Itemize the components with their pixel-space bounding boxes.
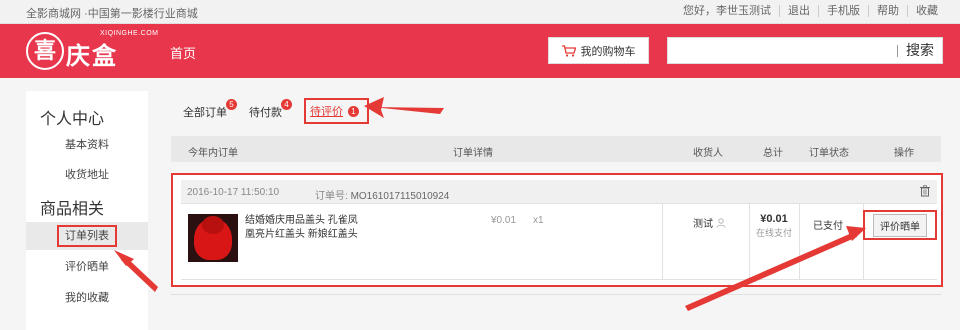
count-badge: 5 [226,99,237,110]
column-divider [799,204,800,280]
cart-button[interactable]: 我的购物车 [548,37,649,64]
tab-all-orders[interactable]: 全部订单 5 [183,99,237,120]
order-card: 2016-10-17 11:50:10 订单号: MO1610171150109… [171,173,943,287]
order-header: 2016-10-17 11:50:10 订单号: MO1610171150109… [181,180,937,204]
payment-method: 在线支付 [755,228,792,238]
order-tabs: 全部订单 5 待付款 4 待评价 1 [183,98,391,124]
site-logo[interactable]: 喜 庆盒 XIQINGHE.COM [26,28,158,74]
top-links: 您好，李世玉测试 退出 手机版 帮助 收藏 [675,5,946,17]
logout-link[interactable]: 退出 [779,5,818,17]
product-price: ¥0.01 [491,215,517,226]
order-number-value: MO161017115010924 [350,191,450,202]
user-greeting-link[interactable]: 您好，李世玉测试 [675,5,779,17]
order-number-label: 订单号: [315,191,348,202]
logo-domain: XIQINGHE.COM [100,30,159,37]
product-image-veil-top [202,216,224,234]
sidebar-item-label: 基本资料 [65,139,109,151]
column-divider [749,204,750,280]
sidebar-item-label: 我的收藏 [65,292,109,304]
review-button-highlight: 评价晒单 [863,210,937,240]
tab-pending-review[interactable]: 待评价 1 [304,98,369,124]
sidebar-item-label: 订单列表 [57,225,117,247]
user-icon [716,217,726,228]
sidebar: 个人中心 基本资料 收货地址 商品相关 订单列表 评价晒单 我的收藏 [26,91,148,330]
product-image[interactable] [188,214,238,262]
header: 喜 庆盒 XIQINGHE.COM 首页 我的购物车 搜索 [0,24,960,78]
product-quantity: x1 [533,215,544,226]
review-button[interactable]: 评价晒单 [873,213,927,237]
nav-home-link[interactable]: 首页 [170,43,196,62]
sidebar-item-label: 收货地址 [65,169,109,181]
col-recent-orders: 今年内订单 [188,148,238,159]
col-order-detail: 订单详情 [453,148,493,159]
sidebar-item-address[interactable]: 收货地址 [26,161,148,189]
product-name-link[interactable]: 结婚婚庆用品盖头 孔雀凤凰亮片红盖头 新娘红盖头 [245,214,363,242]
total-cell: ¥0.01 在线支付 [751,213,797,239]
logo-mark: 喜 [26,32,64,70]
search-button[interactable]: 搜索 [898,38,942,63]
sidebar-group-goods: 商品相关 [40,201,105,218]
logo-text: 庆盒 [66,41,118,70]
order-item-row: 结婚婚庆用品盖头 孔雀凤凰亮片红盖头 新娘红盖头 ¥0.01 x1 测试 ¥0.… [181,204,937,280]
sidebar-item-reviews[interactable]: 评价晒单 [26,253,148,281]
order-total: ¥0.01 [760,213,788,225]
col-action: 操作 [894,148,914,159]
tab-label: 待付款 [249,107,282,119]
search-box: 搜索 [667,37,943,64]
col-receiver: 收货人 [693,148,723,159]
col-total: 总计 [763,148,783,159]
tab-pending-payment[interactable]: 待付款 4 [249,99,292,120]
tab-label: 待评价 [310,106,343,118]
sidebar-item-favorites[interactable]: 我的收藏 [26,284,148,312]
cart-label: 我的购物车 [580,45,636,58]
mobile-link[interactable]: 手机版 [818,5,868,17]
sidebar-item-orders[interactable]: 订单列表 [26,222,148,250]
favorite-link[interactable]: 收藏 [907,5,946,17]
column-divider [662,204,663,280]
order-status: 已支付 [813,221,843,232]
sidebar-item-profile[interactable]: 基本资料 [26,131,148,159]
trash-icon[interactable] [919,185,931,197]
main-content: 全部订单 5 待付款 4 待评价 1 今年内订单 订单详情 收货人 总计 订单状… [168,91,948,330]
sidebar-item-label: 评价晒单 [65,261,109,273]
order-date: 2016-10-17 11:50:10 [187,187,280,198]
content-divider [171,294,941,295]
site-slogan: 全影商城网 ·中国第一影楼行业商城 [26,8,198,20]
cart-icon [561,44,576,57]
top-bar: 全影商城网 ·中国第一影楼行业商城 您好，李世玉测试 退出 手机版 帮助 收藏 [0,0,960,24]
receiver-cell: 测试 [693,215,726,230]
count-badge: 1 [348,106,359,117]
order-table-header: 今年内订单 订单详情 收货人 总计 订单状态 操作 [171,136,941,162]
sidebar-group-personal: 个人中心 [40,111,105,128]
search-input[interactable] [668,38,897,63]
order-number: 订单号: MO161017115010924 [315,187,449,202]
receiver-name: 测试 [693,219,713,230]
tab-label: 全部订单 [183,107,227,119]
count-badge: 4 [281,99,292,110]
help-link[interactable]: 帮助 [868,5,907,17]
col-order-status: 订单状态 [809,148,849,159]
